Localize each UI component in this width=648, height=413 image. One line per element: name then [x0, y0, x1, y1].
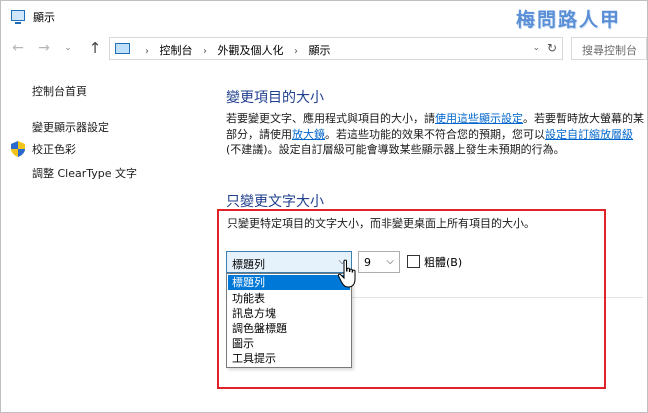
breadcrumb-control-panel[interactable]: 控制台: [160, 44, 193, 57]
up-arrow-icon[interactable]: ↑: [86, 39, 104, 57]
font-size-dropdown[interactable]: 9 ⌵: [358, 251, 400, 273]
desc-text-4: (不建議)。設定自訂層級可能會導致某些顯示器上發生未預期的行為。: [226, 143, 565, 156]
back-arrow-icon[interactable]: ←: [9, 39, 27, 57]
font-size-value: 9: [364, 256, 371, 269]
bold-checkbox[interactable]: [407, 255, 420, 268]
navigation-bar: ← → ⌄ ↑ › 控制台 › 外觀及個人化 › 顯示 ⌄ ↻ 搜尋控制台: [1, 36, 647, 62]
chevron-down-icon: ⌵: [386, 256, 394, 267]
custom-scaling-link[interactable]: 設定自訂縮放層級: [545, 128, 633, 141]
list-item[interactable]: 功能表: [228, 291, 350, 306]
refresh-icon[interactable]: ↻: [547, 41, 557, 55]
sidebar: 控制台首頁 變更顯示器設定 校正色彩 調整 ClearType 文字: [1, 63, 201, 413]
breadcrumb-display[interactable]: 顯示: [309, 44, 331, 57]
breadcrumb-appearance[interactable]: 外觀及個人化: [218, 44, 284, 57]
breadcrumb-separator: ›: [294, 46, 298, 57]
magnifier-link[interactable]: 放大鏡: [292, 128, 325, 141]
list-item[interactable]: 訊息方塊: [228, 306, 350, 321]
list-item[interactable]: 調色盤標題: [228, 321, 350, 336]
use-display-settings-link[interactable]: 使用這些顯示設定: [435, 112, 523, 125]
sidebar-item-adjust-cleartype[interactable]: 調整 ClearType 文字: [32, 165, 137, 181]
bold-checkbox-label[interactable]: 粗體(B): [424, 254, 462, 270]
address-bar[interactable]: › 控制台 › 外觀及個人化 › 顯示 ⌄ ↻: [109, 37, 563, 60]
window-title: 顯示: [33, 11, 55, 24]
item-select-options-list[interactable]: 標題列 功能表 訊息方塊 調色盤標題 圖示 工具提示: [226, 273, 352, 368]
display-control-panel-window: 顯示 梅問路人甲 ← → ⌄ ↑ › 控制台 › 外觀及個人化 › 顯示 ⌄ ↻…: [0, 0, 648, 413]
sidebar-item-calibrate-color[interactable]: 校正色彩: [32, 141, 76, 157]
list-item[interactable]: 標題列: [228, 275, 350, 290]
forward-arrow-icon[interactable]: →: [35, 39, 53, 57]
description-text: 若要變更文字、應用程式與項目的大小，請使用這些顯示設定。若要暫時放大螢幕的某部分…: [226, 111, 646, 158]
list-item[interactable]: 圖示: [228, 336, 350, 351]
page-title: 變更項目的大小: [226, 90, 324, 106]
breadcrumb-separator: ›: [203, 46, 207, 57]
shield-icon: [11, 141, 25, 157]
address-dropdown-chevron-icon[interactable]: ⌄: [532, 43, 540, 53]
desc-text-1: 若要變更文字、應用程式與項目的大小，請: [226, 112, 435, 125]
item-select-dropdown[interactable]: 標題列 ⌵: [226, 251, 352, 273]
text-only-heading: 只變更文字大小: [226, 194, 324, 210]
breadcrumb: › 控制台 › 外觀及個人化 › 顯示: [138, 42, 331, 58]
title-bar: 顯示 梅問路人甲: [1, 1, 647, 31]
sidebar-item-change-display-settings[interactable]: 變更顯示器設定: [32, 119, 109, 135]
watermark-logo: 梅問路人甲: [515, 9, 621, 31]
item-select-value: 標題列: [232, 258, 265, 271]
recent-locations-chevron-icon[interactable]: ⌄: [59, 39, 77, 57]
search-input[interactable]: 搜尋控制台: [571, 37, 647, 60]
control-panel-icon: [115, 43, 130, 54]
search-placeholder: 搜尋控制台: [582, 44, 637, 57]
hand-cursor-icon: [337, 259, 356, 288]
list-item[interactable]: 工具提示: [228, 351, 350, 366]
desc-text-3: 。若這些功能的效果不符合您的預期，您可以: [325, 127, 545, 141]
sidebar-item-control-panel-home[interactable]: 控制台首頁: [32, 83, 87, 99]
breadcrumb-separator: ›: [145, 46, 149, 57]
display-icon: [11, 10, 25, 24]
